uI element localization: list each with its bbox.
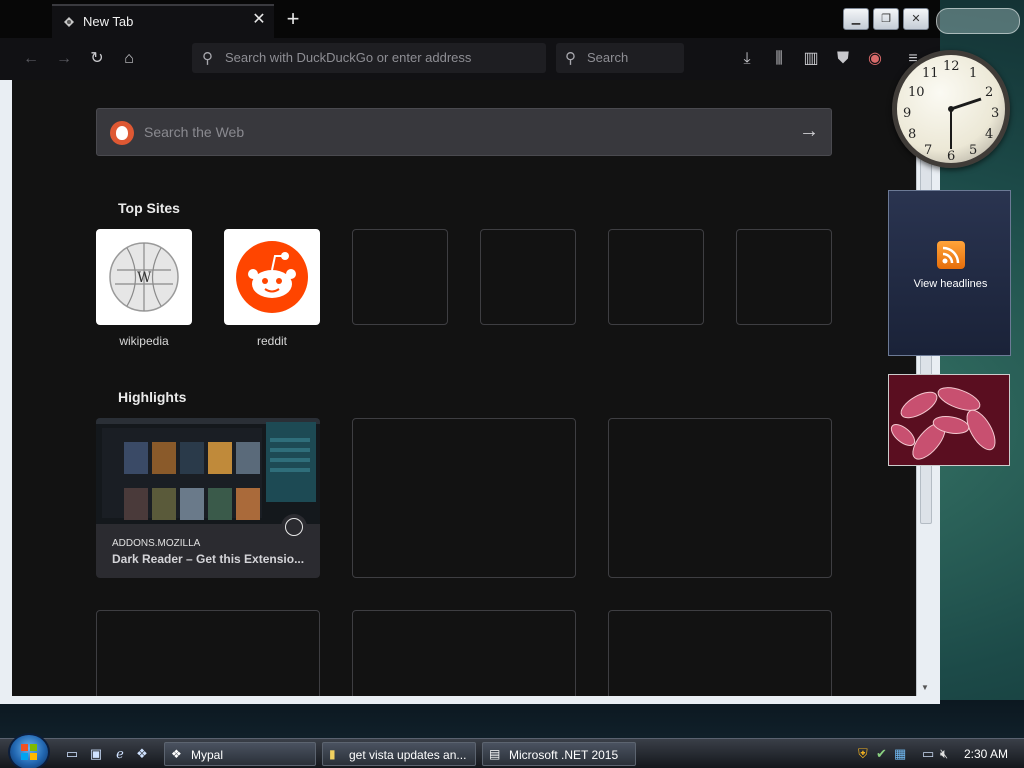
highlight-card[interactable]: ADDONS.MOZILLA Dark Reader – Get this Ex… [96,418,320,578]
sidebar-icon[interactable]: ▥ [800,48,822,70]
monitor-icon[interactable]: ▭ [922,746,934,762]
new-tab-page: Search the Web → Top Sites W wikipedia r… [12,80,916,696]
highlight-thumbnail [96,418,320,524]
web-search-box[interactable]: Search the Web → [96,108,832,156]
search-icon: ⚲ [202,50,213,67]
back-icon[interactable]: ← [20,48,42,70]
reddit-icon [236,241,308,313]
slideshow-gadget[interactable] [888,374,1010,466]
new-tab-button[interactable]: + [282,8,304,30]
desktop-background [0,700,1024,740]
library-icon[interactable]: ⫼ [768,48,790,70]
highlights-title: Highlights [118,389,187,405]
top-site-empty[interactable] [736,229,832,325]
extension-icon[interactable]: ◉ [864,48,886,70]
arrow-right-icon[interactable]: → [799,120,819,143]
show-desktop-icon[interactable]: ▭ [64,746,80,762]
search-icon: ⚲ [565,50,576,67]
tab-close-icon[interactable]: ✕ [250,11,268,29]
maximize-button[interactable]: ❐ [873,8,899,30]
web-search-placeholder: Search the Web [144,124,245,140]
address-bar[interactable]: ⚲ Search with DuckDuckGo or enter addres… [192,43,546,73]
rss-icon [937,241,965,269]
highlight-empty [608,418,832,578]
task-label: Mypal [191,748,224,762]
ublock-icon[interactable]: ⛊ [832,48,854,70]
search-bar[interactable]: ⚲ Search [556,43,684,73]
title-bar: New Tab ✕ + ▁ ❐ ✕ [0,0,940,38]
feed-headlines-gadget[interactable]: View headlines [888,190,1011,356]
top-site-empty[interactable] [352,229,448,325]
download-icon[interactable]: ⤓ [736,48,758,70]
clock-gadget[interactable]: 12 1 2 3 4 5 6 7 8 9 10 11 [892,50,1010,168]
nav-toolbar: ← → ↻ ⌂ ⚲ Search with DuckDuckGo or ente… [0,38,940,80]
start-button[interactable] [8,733,50,768]
security-shield-icon[interactable]: ⛨ [858,746,868,762]
slideshow-photo [889,375,1009,465]
network-icon[interactable]: ▦ [894,746,906,762]
taskbar-item-mypal[interactable]: ❖ Mypal [164,742,316,766]
highlight-empty [352,610,576,696]
wikipedia-icon: W [109,242,179,312]
safely-remove-icon[interactable]: ✔ [876,746,887,762]
top-site-wikipedia[interactable]: W [96,229,192,325]
volume-muted-icon[interactable]: 🔇︎ [940,746,948,762]
scroll-down-icon[interactable]: ▼ [921,683,929,692]
taskbar: ▭ ▣ ℯ ❖ ❖ Mypal ▮ get vista updates an..… [0,733,1024,768]
system-tray: ⛨ ✔ ▦ ▭ 🔇︎ 2:30 AM [856,739,1024,768]
internet-explorer-icon[interactable]: ℯ [112,746,128,762]
mypal-icon [64,17,74,27]
reload-icon[interactable]: ↻ [86,48,108,70]
top-site-empty[interactable] [480,229,576,325]
top-site-label: reddit [256,334,288,348]
top-site-label: wikipedia [119,334,169,348]
search-placeholder: Search [587,50,629,65]
clock-icon [281,514,307,540]
address-placeholder: Search with DuckDuckGo or enter address [225,50,472,65]
view-headlines-label: View headlines [913,278,988,290]
clock-time[interactable]: 2:30 AM [964,747,1008,761]
duckduckgo-icon [110,121,134,145]
tab-new-tab[interactable]: New Tab ✕ [52,4,274,38]
svg-text:W: W [137,270,152,286]
highlight-empty [96,610,320,696]
taskbar-item-vista-updates[interactable]: ▮ get vista updates an... [322,742,476,766]
minimize-button[interactable]: ▁ [843,8,869,30]
forward-icon[interactable]: → [53,48,75,70]
browser-quicklaunch-icon[interactable]: ❖ [134,746,150,762]
close-window-button[interactable]: ✕ [903,8,929,30]
highlight-title: Dark Reader – Get this Extensio... [112,552,305,566]
taskbar-item-dotnet[interactable]: ▤ Microsoft .NET 2015 [482,742,636,766]
clock-hands [948,97,982,149]
highlight-host: ADDONS.MOZILLA [112,538,201,549]
tab-title: New Tab [83,14,134,29]
sidebar-controls[interactable] [936,8,1020,34]
mypal-icon: ❖ [171,747,182,761]
folder-icon: ▮ [329,747,336,761]
windows-logo-icon [21,744,37,760]
switch-windows-icon[interactable]: ▣ [88,746,104,762]
top-sites-title: Top Sites [118,200,180,216]
top-site-empty[interactable] [608,229,704,325]
task-label: get vista updates an... [349,748,467,762]
home-icon[interactable]: ⌂ [118,48,140,70]
installer-icon: ▤ [489,747,501,761]
highlight-empty [608,610,832,696]
task-label: Microsoft .NET 2015 [509,748,619,762]
highlight-empty [352,418,576,578]
top-site-reddit[interactable] [224,229,320,325]
browser-window: New Tab ✕ + ▁ ❐ ✕ ← → ↻ ⌂ ⚲ Search with … [0,0,940,704]
